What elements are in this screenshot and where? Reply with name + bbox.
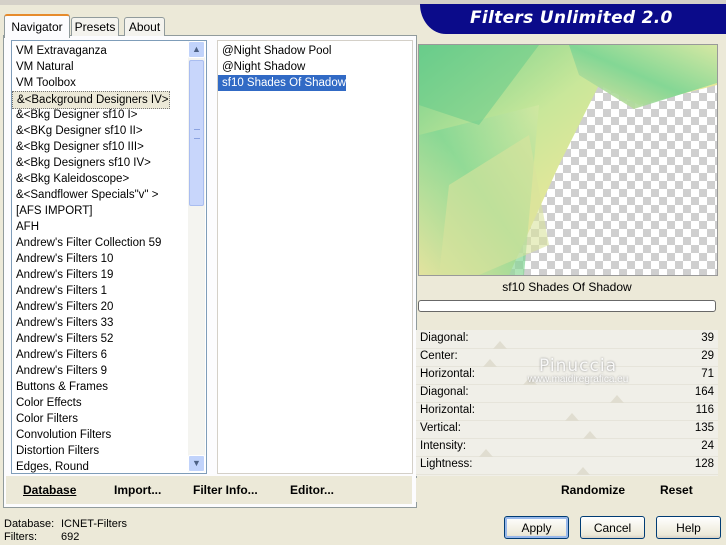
parameter-slider[interactable]: Diagonal: 39: [416, 330, 718, 349]
category-item[interactable]: Andrew's Filters 20: [12, 299, 113, 315]
category-item[interactable]: Andrew's Filters 33: [12, 315, 113, 331]
parameter-slider[interactable]: Center: 29: [416, 348, 718, 367]
filters-count-value: 692: [61, 531, 80, 543]
scroll-down-arrow-icon[interactable]: ▼: [188, 455, 205, 472]
parameter-label: Vertical:: [420, 422, 461, 434]
editor-button[interactable]: Editor...: [290, 479, 334, 501]
slider-thumb[interactable]: [576, 467, 591, 475]
category-item[interactable]: &<Bkg Designer sf10 I>: [12, 107, 137, 123]
category-item[interactable]: &<Bkg Kaleidoscope>: [12, 171, 129, 187]
parameter-value: 71: [701, 368, 714, 380]
category-item[interactable]: Buttons & Frames: [12, 379, 108, 395]
database-value: ICNET-Filters: [61, 518, 127, 530]
parameter-label: Horizontal:: [420, 404, 475, 416]
preview-art: [419, 45, 717, 275]
category-item[interactable]: VM Extravaganza: [12, 43, 107, 59]
parameter-value: 128: [694, 458, 714, 470]
parameter-value: 24: [701, 440, 714, 452]
tab-navigator[interactable]: Navigator: [4, 14, 70, 38]
category-item[interactable]: Andrew's Filters 9: [12, 363, 107, 379]
parameter-label: Diagonal:: [420, 386, 469, 398]
category-item[interactable]: &<Sandflower Specials"v" >: [12, 187, 158, 203]
apply-button[interactable]: Apply: [504, 516, 569, 539]
parameter-label: Center:: [420, 350, 458, 362]
preview-image: [418, 44, 718, 276]
help-button[interactable]: Help: [656, 516, 721, 539]
category-item[interactable]: AFH: [12, 219, 39, 235]
parameter-value: 29: [701, 350, 714, 362]
progress-bar: [418, 300, 716, 312]
category-item[interactable]: [AFS IMPORT]: [12, 203, 92, 219]
parameter-label: Horizontal:: [420, 368, 475, 380]
category-item[interactable]: Andrew's Filters 19: [12, 267, 113, 283]
reset-button[interactable]: Reset: [660, 483, 693, 497]
scrollbar-thumb[interactable]: [189, 60, 204, 206]
filter-item[interactable]: @Night Shadow Pool: [218, 43, 332, 59]
database-label: Database:: [4, 518, 55, 530]
filter-item[interactable]: sf10 Shades Of Shadow: [218, 75, 347, 91]
parameter-slider[interactable]: Diagonal: 164: [416, 384, 718, 403]
category-item[interactable]: VM Natural: [12, 59, 74, 75]
category-item[interactable]: Convolution Filters: [12, 427, 111, 443]
filters-count-label: Filters:: [4, 531, 37, 543]
randomize-button[interactable]: Randomize: [561, 483, 625, 497]
grip-icon: [194, 129, 200, 139]
category-item[interactable]: Distortion Filters: [12, 443, 99, 459]
parameter-slider[interactable]: Lightness: 128: [416, 456, 718, 475]
status-area: Database: ICNET-Filters Filters: 692: [4, 518, 127, 544]
category-item[interactable]: &<BKg Designer sf10 II>: [12, 123, 143, 139]
database-button[interactable]: Database: [23, 479, 76, 501]
category-item[interactable]: Andrew's Filters 6: [12, 347, 107, 363]
category-item[interactable]: Andrew's Filters 10: [12, 251, 113, 267]
category-item[interactable]: Color Effects: [12, 395, 82, 411]
category-item[interactable]: &<Bkg Designer sf10 III>: [12, 139, 144, 155]
parameter-value: 116: [695, 404, 714, 416]
parameter-label: Lightness:: [420, 458, 473, 470]
parameter-label: Intensity:: [420, 440, 467, 452]
parameter-slider[interactable]: Horizontal: 71: [416, 366, 718, 385]
parameter-value: 135: [694, 422, 714, 434]
tab-about[interactable]: About: [124, 17, 165, 36]
tab-presets[interactable]: Presets: [71, 17, 119, 36]
parameter-panel: Diagonal: 39 Center: 29 Horizontal: 71 Diagona…: [416, 330, 718, 476]
selected-filter-name: sf10 Shades Of Shadow: [502, 280, 632, 294]
parameter-value: 164: [694, 386, 714, 398]
category-item[interactable]: Edges, Round: [12, 459, 89, 473]
database-button-label: Database: [23, 483, 77, 497]
category-item[interactable]: VM Toolbox: [12, 75, 76, 91]
parameter-value: 39: [701, 332, 714, 344]
scroll-up-arrow-icon[interactable]: ▲: [188, 41, 205, 58]
app-title: Filters Unlimited 2.0: [470, 8, 673, 28]
category-scrollbar[interactable]: ▲ ▼: [188, 41, 205, 472]
category-item[interactable]: &<Bkg Designers sf10 IV>: [12, 155, 151, 171]
filter-list[interactable]: @Night Shadow Pool @Night Shadow sf10 Shad…: [217, 40, 413, 474]
parameter-slider[interactable]: Vertical: 135: [416, 420, 718, 439]
parameter-slider[interactable]: Intensity: 24: [416, 438, 718, 457]
category-item[interactable]: Andrew's Filters 1: [12, 283, 107, 299]
category-item[interactable]: Color Filters: [12, 411, 78, 427]
import-button[interactable]: Import...: [114, 479, 161, 501]
filter-info-button[interactable]: Filter Info...: [193, 479, 258, 501]
category-item[interactable]: Andrew's Filter Collection 59: [12, 235, 161, 251]
filter-item[interactable]: @Night Shadow: [218, 59, 305, 75]
parameter-label: Diagonal:: [420, 332, 469, 344]
cancel-button[interactable]: Cancel: [580, 516, 645, 539]
category-item[interactable]: Andrew's Filters 52: [12, 331, 113, 347]
parameter-slider[interactable]: Horizontal: 116: [416, 402, 718, 421]
category-list[interactable]: VM Extravaganza VM Natural VM Toolbox &<Bac…: [11, 40, 207, 474]
